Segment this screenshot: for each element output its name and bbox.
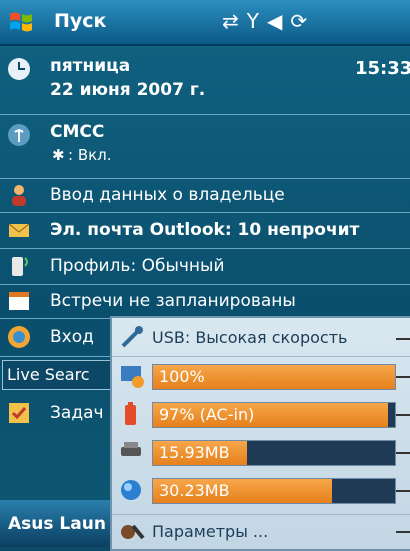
email-row[interactable]: Эл. почта Outlook: 10 непрочит bbox=[0, 212, 410, 249]
storage-bar[interactable]: 15.93MB bbox=[152, 440, 396, 466]
settings-text: Параметры ... bbox=[152, 522, 269, 541]
asus-launcher-button[interactable]: Asus Laun bbox=[8, 514, 106, 534]
bluetooth-status: : Вкл. bbox=[68, 146, 112, 164]
signal-icon[interactable]: Y bbox=[247, 9, 267, 33]
title-bar: Пуск ⇄Y◀⟳ bbox=[0, 0, 410, 46]
storage-label: 15.93MB bbox=[159, 443, 230, 462]
weekday-text: пятница bbox=[50, 56, 131, 76]
date-row[interactable]: пятница 22 июня 2007 г. 15:33 bbox=[0, 46, 410, 115]
time-text: 15:33 bbox=[355, 58, 410, 79]
windows-start-icon[interactable] bbox=[8, 9, 34, 35]
live-search-input[interactable]: Live Searc bbox=[2, 360, 114, 390]
start-menu-label[interactable]: Пуск bbox=[54, 10, 106, 32]
divider bbox=[396, 490, 410, 492]
battery-icon bbox=[125, 402, 136, 425]
battery-label: 97% (AC-in) bbox=[159, 405, 255, 424]
antenna-icon bbox=[8, 124, 30, 146]
calendar-row[interactable]: Встречи не запланированы bbox=[0, 284, 410, 319]
brightness-icon bbox=[121, 366, 144, 388]
brightness-bar[interactable]: 100% bbox=[152, 364, 396, 390]
date-text: 22 июня 2007 г. bbox=[50, 80, 206, 100]
divider bbox=[396, 531, 410, 533]
memory-bar[interactable]: 30.23MB bbox=[152, 478, 396, 504]
usb-text: USB: Высокая скорость bbox=[152, 328, 348, 347]
settings-row[interactable]: Параметры ... bbox=[112, 514, 410, 549]
brightness-label: 100% bbox=[159, 367, 205, 386]
settings-icon bbox=[121, 524, 145, 540]
carrier-row[interactable]: CMCC ✱ : Вкл. bbox=[0, 114, 410, 179]
calendar-icon bbox=[9, 292, 29, 310]
battery-row[interactable]: 97% (AC-in) bbox=[112, 396, 410, 432]
memory-icon bbox=[121, 480, 141, 500]
carrier-text: CMCC bbox=[50, 122, 105, 142]
appointments-text: Встречи не запланированы bbox=[50, 291, 296, 311]
phone-profile-icon bbox=[12, 257, 28, 276]
clock-icon bbox=[8, 58, 30, 80]
usb-row[interactable]: USB: Высокая скорость bbox=[112, 320, 410, 357]
bluetooth-icon: ✱ bbox=[52, 146, 65, 164]
battery-bar[interactable]: 97% (AC-in) bbox=[152, 402, 396, 428]
tasks-icon bbox=[9, 403, 29, 423]
usb-icon bbox=[121, 326, 143, 348]
divider bbox=[396, 338, 410, 340]
storage-row[interactable]: 15.93MB bbox=[112, 434, 410, 470]
profile-row[interactable]: Профиль: Обычный bbox=[0, 248, 410, 285]
mail-icon bbox=[8, 223, 30, 237]
windows-live-icon bbox=[8, 326, 30, 348]
email-text: Эл. почта Outlook: 10 непрочит bbox=[50, 220, 360, 240]
status-popup: USB: Высокая скорость 100% 97% (AC-in) 1… bbox=[110, 316, 410, 551]
tasks-text: Задач bbox=[50, 403, 104, 423]
memory-label: 30.23MB bbox=[159, 481, 230, 500]
divider bbox=[396, 452, 410, 454]
owner-text: Ввод данных о владельце bbox=[50, 185, 285, 205]
brightness-row[interactable]: 100% bbox=[112, 358, 410, 394]
memory-row[interactable]: 30.23MB bbox=[112, 472, 410, 508]
sync-icon[interactable]: ⇄ bbox=[222, 9, 247, 33]
profile-text: Профиль: Обычный bbox=[50, 256, 225, 276]
volume-icon[interactable]: ◀ bbox=[267, 9, 290, 33]
divider bbox=[396, 414, 410, 416]
owner-row[interactable]: Ввод данных о владельце bbox=[0, 178, 410, 213]
inbox-text: Вход bbox=[50, 327, 94, 347]
power-icon[interactable]: ⟳ bbox=[290, 9, 315, 33]
divider bbox=[396, 376, 410, 378]
live-search-text: Live Searc bbox=[7, 365, 90, 384]
owner-icon bbox=[12, 185, 26, 206]
storage-icon bbox=[121, 442, 141, 456]
status-icons: ⇄Y◀⟳ bbox=[222, 9, 315, 33]
